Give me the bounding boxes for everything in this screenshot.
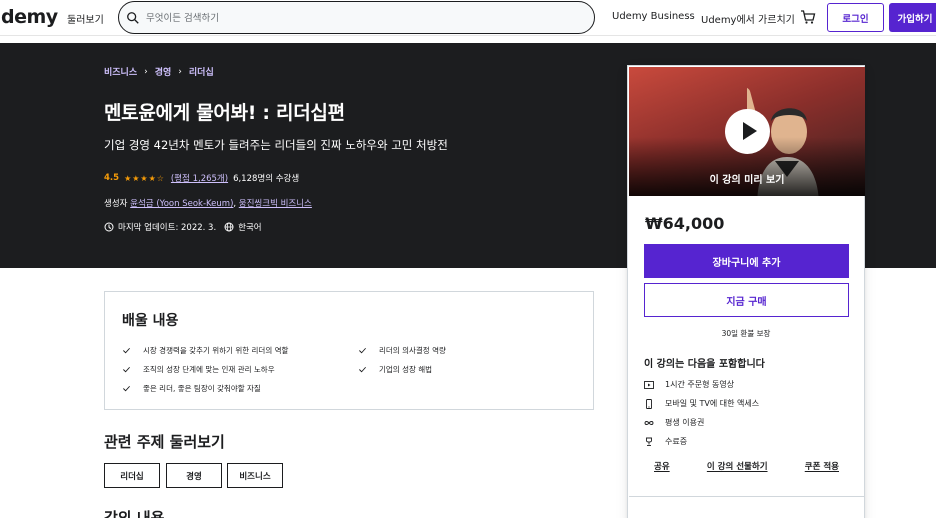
topic-management-button[interactable]: 경영 xyxy=(166,463,222,488)
include-item-label: 수료증 xyxy=(665,437,688,446)
video-icon xyxy=(644,380,654,389)
breadcrumb-leadership[interactable]: 리더십 xyxy=(189,65,214,78)
top-header: demy 둘러보기 Udemy Business Udemy에서 가르치기 로그… xyxy=(0,0,936,36)
learn-item: 좋은 리더, 좋은 팀장이 갖춰야할 자질 xyxy=(122,383,261,394)
refund-guarantee: 30일 환불 보장 xyxy=(721,329,771,338)
students-count: 6,128명의 수강생 xyxy=(233,174,300,184)
signup-button[interactable]: 가입하기 xyxy=(889,3,936,32)
rating-count-link[interactable]: (평점 1,265개) xyxy=(171,172,228,184)
learn-item: 리더의 의사결정 역량 xyxy=(358,345,446,356)
include-item-label: 평생 이용권 xyxy=(665,418,705,427)
breadcrumb-business[interactable]: 비즈니스 xyxy=(104,65,137,78)
learn-item-text: 좋은 리더, 좋은 팀장이 갖춰야할 자질 xyxy=(143,384,261,393)
includes-title: 이 강의는 다음을 포함합니다 xyxy=(644,359,765,370)
learn-item-text: 조직의 성장 단계에 맞는 인재 관리 노하우 xyxy=(143,365,275,374)
star-rating-icon: ★★★★☆ xyxy=(124,173,165,183)
card-action-links: 공유 이 강의 선물하기 쿠폰 적용 xyxy=(644,460,849,472)
trophy-icon xyxy=(646,437,652,446)
course-price: ₩64,000 xyxy=(645,214,725,233)
include-item-label: 모바일 및 TV에 대한 액세스 xyxy=(665,399,760,408)
alert-clock-icon xyxy=(104,222,114,232)
chevron-right-icon: › xyxy=(178,66,182,77)
checkmark-icon xyxy=(123,385,130,392)
learn-item-text: 리더의 의사결정 역량 xyxy=(379,346,446,355)
creator-link-woongjin[interactable]: 웅진씽크빅 비즈니스 xyxy=(239,199,312,209)
course-preview[interactable]: 이 강의 미리 보기 xyxy=(629,67,865,196)
learn-item: 조직의 성장 단계에 맞는 인재 관리 노하우 xyxy=(122,364,275,375)
play-icon[interactable] xyxy=(725,109,770,154)
learn-item: 시장 경쟁력을 갖추기 위하기 위한 리더의 역할 xyxy=(122,345,288,356)
breadcrumb: 비즈니스 › 경영 › 리더십 xyxy=(104,65,214,79)
what-you-learn-box: 배울 내용 시장 경쟁력을 갖추기 위하기 위한 리더의 역할 리더의 의사결정… xyxy=(104,291,594,410)
include-item: 1시간 주문형 동영상 xyxy=(644,379,734,390)
checkmark-icon xyxy=(359,347,366,354)
include-item: 모바일 및 TV에 대한 액세스 xyxy=(644,398,759,409)
gift-course-link[interactable]: 이 강의 선물하기 xyxy=(707,460,768,472)
include-item: 평생 이용권 xyxy=(644,417,704,428)
search-input[interactable] xyxy=(146,8,576,28)
topic-leadership-button[interactable]: 리더십 xyxy=(104,463,160,488)
udemy-logo[interactable]: demy xyxy=(1,6,58,28)
learn-item-text: 기업의 성장 해법 xyxy=(379,365,433,374)
buy-now-button[interactable]: 지금 구매 xyxy=(644,283,849,317)
rating-row: 4.5 ★★★★☆ (평점 1,265개) 6,128명의 수강생 xyxy=(104,172,299,184)
topic-business-button[interactable]: 비즈니스 xyxy=(227,463,283,488)
include-item-label: 1시간 주문형 동영상 xyxy=(665,380,735,389)
creator-row: 생성자 윤석금 (Yoon Seok-Keum), 웅진씽크빅 비즈니스 xyxy=(104,197,312,209)
chevron-right-icon: › xyxy=(144,66,148,77)
login-button[interactable]: 로그인 xyxy=(827,3,884,32)
cart-icon[interactable] xyxy=(800,9,816,25)
card-divider xyxy=(629,496,865,497)
infinity-icon xyxy=(644,420,654,425)
mobile-icon xyxy=(646,398,652,409)
purchase-card: 이 강의 미리 보기 ₩64,000 장바구니에 추가 지금 구매 30일 환불… xyxy=(627,65,865,518)
course-content-title: 강의 내용 xyxy=(104,509,165,518)
meta-row: 마지막 업데이트: 2022. 3. 한국어 xyxy=(104,221,262,233)
course-subtitle: 기업 경영 42년차 멘토가 들려주는 리더들의 진짜 노하우와 고민 처방전 xyxy=(104,138,448,152)
learn-item-text: 시장 경쟁력을 갖추기 위하기 위한 리더의 역할 xyxy=(143,346,289,355)
globe-icon xyxy=(224,222,234,232)
related-topics-title: 관련 주제 둘러보기 xyxy=(104,433,225,451)
teach-on-udemy-link[interactable]: Udemy에서 가르치기 xyxy=(701,11,795,26)
learn-title: 배울 내용 xyxy=(122,313,179,329)
search-bar[interactable] xyxy=(118,1,595,34)
share-link[interactable]: 공유 xyxy=(654,460,670,472)
browse-nav-link[interactable]: 둘러보기 xyxy=(67,11,104,26)
last-updated: 마지막 업데이트: 2022. 3. xyxy=(118,223,217,233)
add-to-cart-button[interactable]: 장바구니에 추가 xyxy=(644,244,849,278)
include-item: 수료증 xyxy=(644,436,687,447)
rating-number: 4.5 xyxy=(104,173,120,183)
search-icon[interactable] xyxy=(126,11,140,25)
udemy-business-link[interactable]: Udemy Business xyxy=(612,11,695,22)
checkmark-icon xyxy=(359,366,366,373)
learn-item: 기업의 성장 해법 xyxy=(358,364,432,375)
course-title: 멘토윤에게 물어봐! : 리더십편 xyxy=(104,102,345,124)
checkmark-icon xyxy=(123,366,130,373)
apply-coupon-link[interactable]: 쿠폰 적용 xyxy=(805,460,839,472)
preview-label[interactable]: 이 강의 미리 보기 xyxy=(629,171,865,186)
course-language: 한국어 xyxy=(238,223,262,233)
creator-label: 생성자 xyxy=(104,199,128,209)
breadcrumb-management[interactable]: 경영 xyxy=(155,65,172,78)
checkmark-icon xyxy=(123,347,130,354)
creator-link-yoon[interactable]: 윤석금 (Yoon Seok-Keum) xyxy=(130,199,233,209)
